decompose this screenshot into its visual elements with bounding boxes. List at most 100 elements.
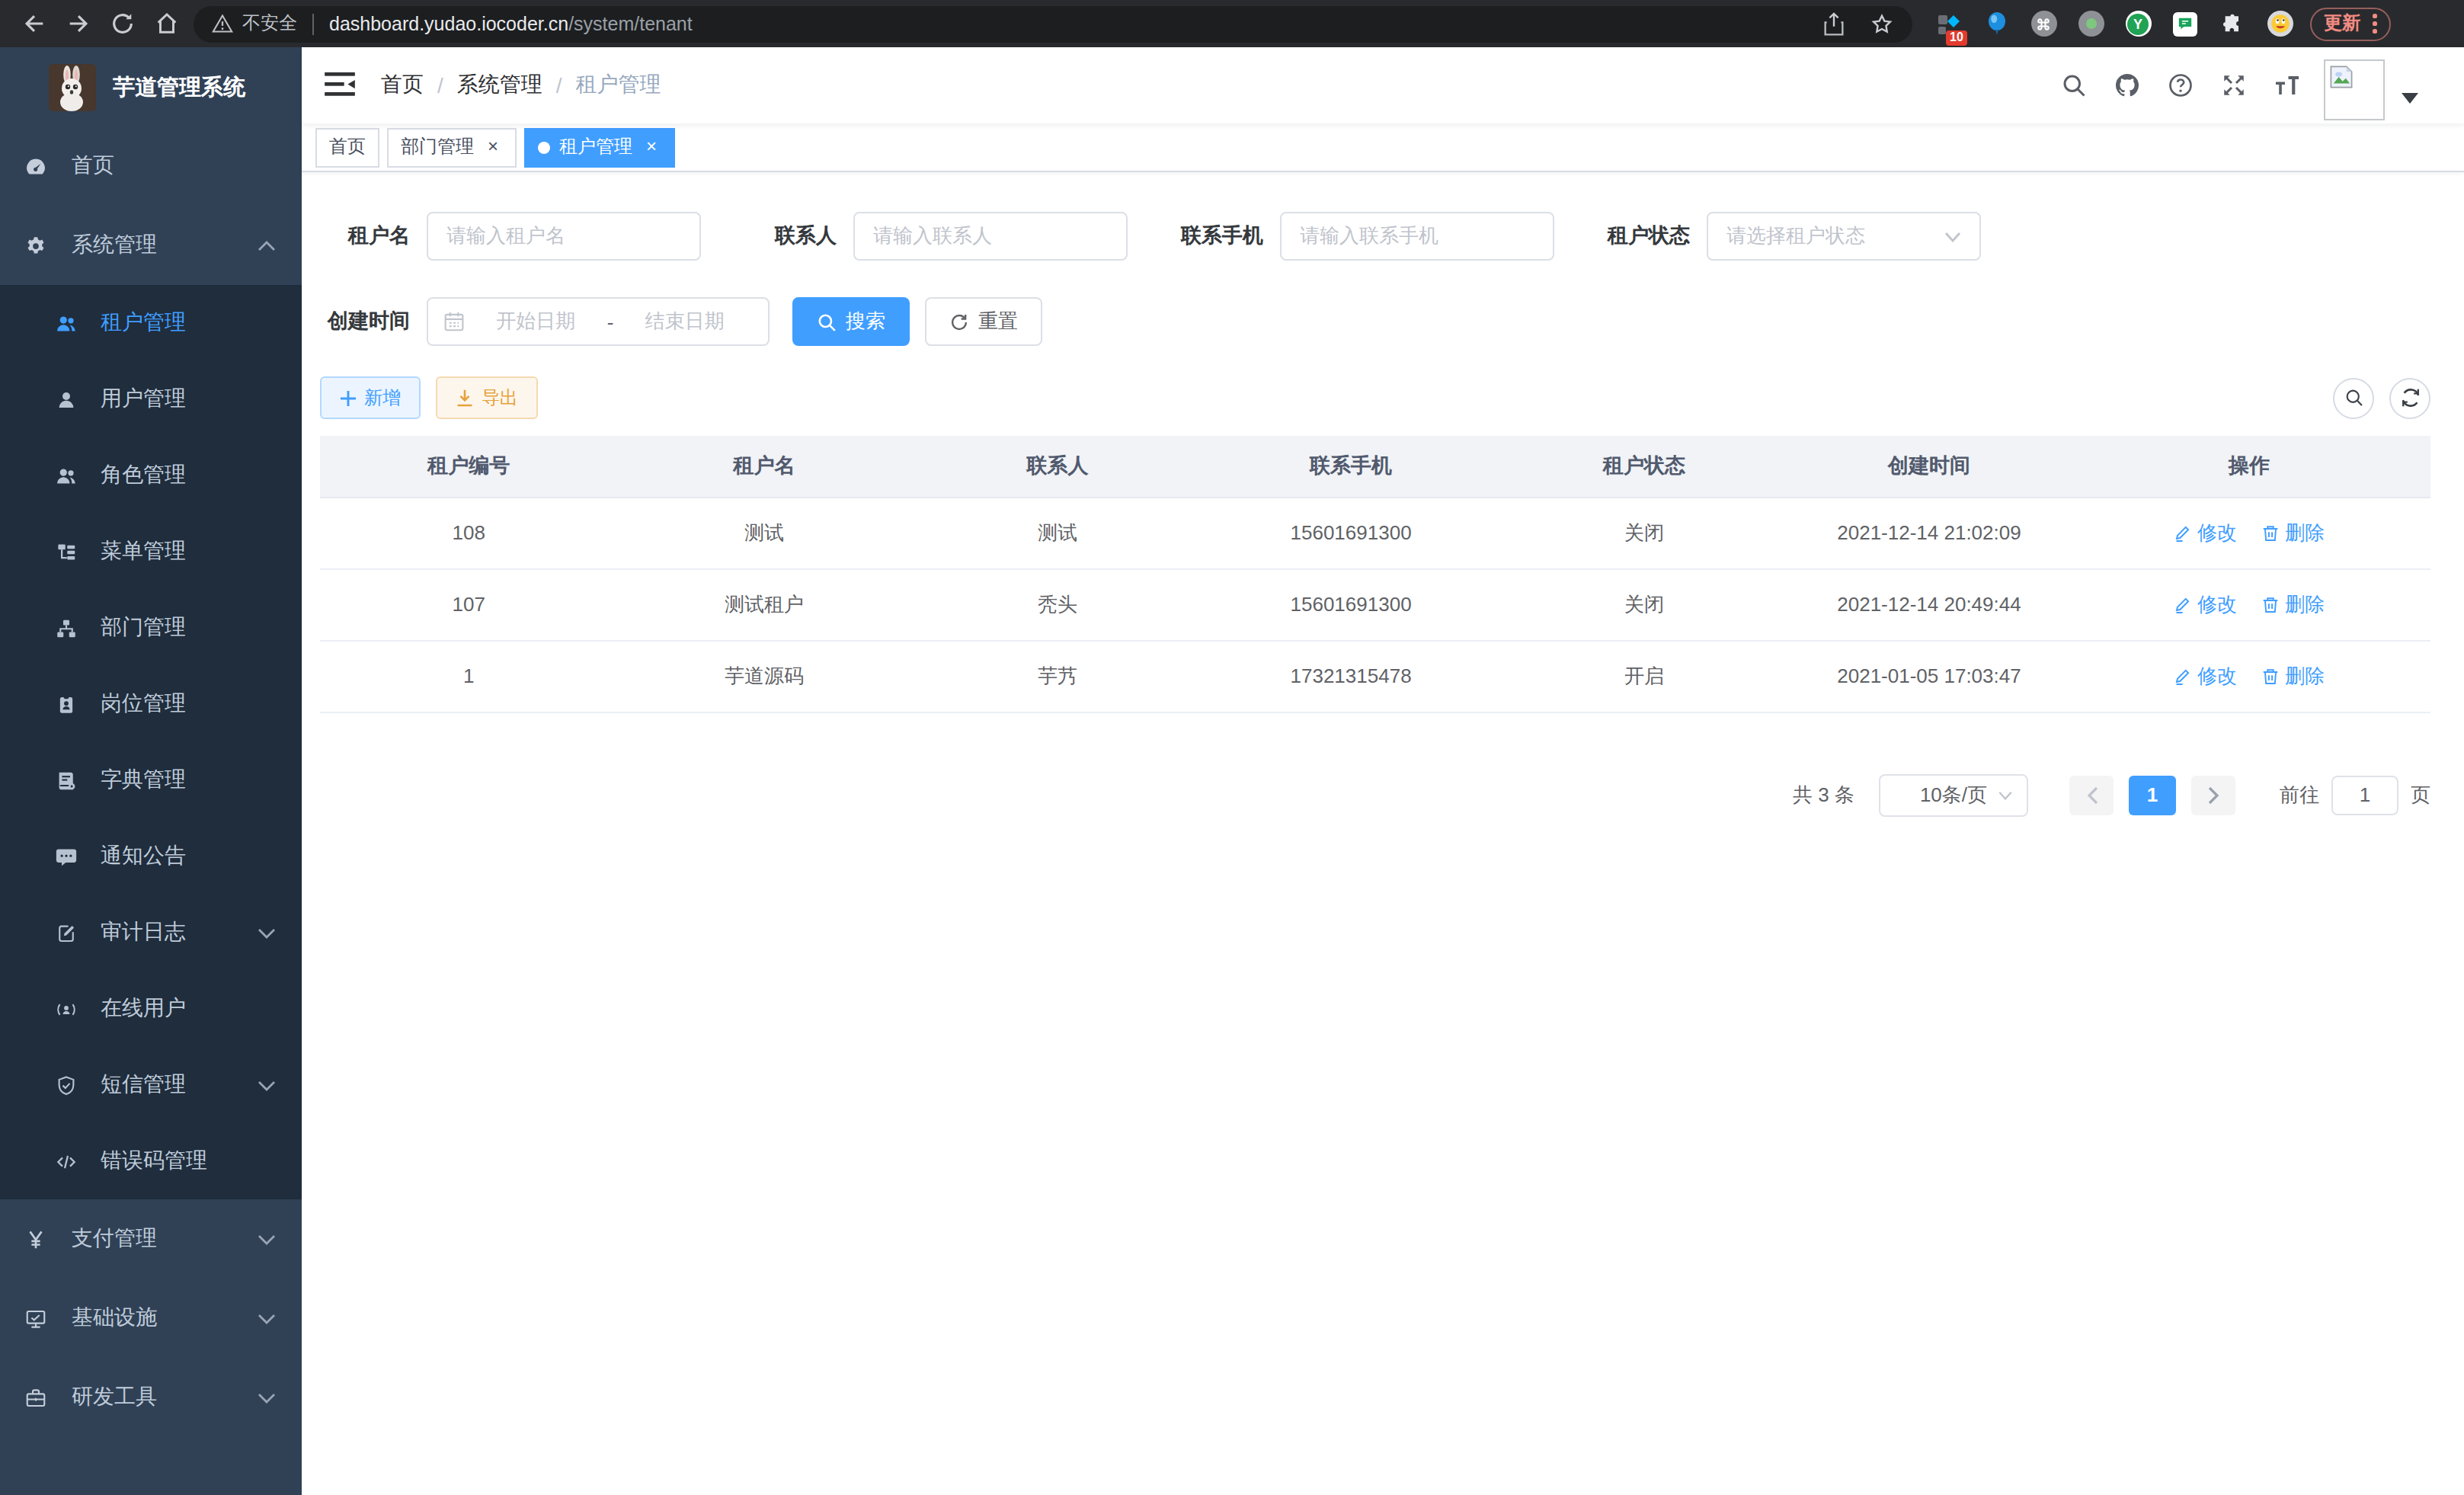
prev-page-button[interactable] [2069,775,2114,815]
org-chart-icon [55,616,78,639]
contact-input[interactable]: 请输入联系人 [853,212,1128,261]
sidebar: 芋道管理系统 首页 系统管理 租户管理 [0,47,302,1495]
extension-balloon-icon[interactable] [1982,10,2010,37]
payment-yen-icon [24,1228,47,1250]
sidebar-item-audit-log[interactable]: 审计日志 [0,895,302,971]
sidebar-item-devtools[interactable]: 研发工具 [0,1358,302,1437]
add-button[interactable]: 新增 [320,376,421,419]
sidebar-item-post[interactable]: 岗位管理 [0,666,302,742]
reset-button[interactable]: 重置 [925,297,1042,346]
error-code-icon [55,1150,78,1173]
sidebar-item-sms[interactable]: 短信管理 [0,1047,302,1123]
delete-link[interactable]: 删除 [2261,662,2325,690]
font-size-icon[interactable] [2274,72,2301,99]
table-row: 1 芋道源码 芋艿 17321315478 开启 2021-01-05 17:0… [320,640,2430,712]
tab-close-icon[interactable]: × [483,137,503,157]
search-icon[interactable] [2060,72,2088,99]
tenant-table: 租户编号 租户名 联系人 联系手机 租户状态 创建时间 操作 108 测试 [320,436,2430,712]
sidebar-item-payment[interactable]: 支付管理 [0,1199,302,1279]
delete-icon [2261,523,2279,542]
sidebar-item-tenant[interactable]: 租户管理 [0,285,302,361]
tenant-name-input[interactable]: 请输入租户名 [427,212,701,261]
extension-tampermonkey-icon[interactable]: 10 [1935,10,1963,37]
browser-reload-button[interactable] [101,2,145,46]
omnibox-divider [312,13,314,34]
help-icon[interactable] [2167,72,2194,99]
extension-command-icon[interactable] [2030,10,2057,37]
next-page-button[interactable] [2191,775,2235,815]
chevron-down-icon [258,1392,276,1403]
sidebar-item-role[interactable]: 角色管理 [0,437,302,514]
avatar[interactable] [2324,59,2385,120]
dictionary-icon [55,769,78,792]
goto-page-input[interactable]: 1 [2331,775,2398,815]
end-date-input[interactable]: 结束日期 [616,308,753,335]
browser-menu-icon[interactable] [2373,14,2376,33]
browser-home-button[interactable] [145,2,189,46]
sidebar-item-user[interactable]: 用户管理 [0,361,302,437]
extension-puzzle-icon[interactable] [2219,10,2246,37]
delete-link[interactable]: 删除 [2261,591,2325,618]
edit-link[interactable]: 修改 [2173,662,2237,690]
extension-chat-icon[interactable] [2171,10,2199,37]
tab-dept[interactable]: 部门管理× [387,127,517,167]
active-tab-dot [538,141,550,153]
export-button[interactable]: 导出 [436,376,538,419]
tenant-name-label: 租户名 [320,222,427,250]
extension-green-dot-icon[interactable] [2077,10,2104,37]
gear-icon [24,234,47,257]
sidebar-item-online-user[interactable]: 在线用户 [0,971,302,1047]
delete-link[interactable]: 删除 [2261,519,2325,546]
edit-link[interactable]: 修改 [2173,591,2237,618]
github-icon[interactable] [2114,72,2141,99]
sidebar-item-home[interactable]: 首页 [0,126,302,206]
navbar-actions [2034,47,2464,120]
search-button[interactable]: 搜索 [792,297,910,346]
phone-input[interactable]: 请输入联系手机 [1280,212,1554,261]
sidebar-item-menu[interactable]: 菜单管理 [0,514,302,590]
sidebar-item-error-code[interactable]: 错误码管理 [0,1123,302,1199]
start-date-input[interactable]: 开始日期 [468,308,604,335]
sidebar-item-dept[interactable]: 部门管理 [0,590,302,666]
fullscreen-icon[interactable] [2220,72,2248,99]
show-search-button[interactable] [2333,377,2374,418]
sidebar-item-notice[interactable]: 通知公告 [0,818,302,895]
menu-tree-icon [55,540,78,563]
badge-icon [55,693,78,715]
current-page[interactable]: 1 [2129,775,2176,815]
col-contact: 联系人 [911,436,1205,497]
tab-tenant[interactable]: 租户管理× [524,127,675,167]
extension-emoji-icon[interactable] [2266,10,2293,37]
total-count: 共 3 条 [1793,781,1854,808]
phone-label: 联系手机 [1173,222,1280,250]
sidebar-logo[interactable]: 芋道管理系统 [0,47,302,126]
table-row: 107 测试租户 秃头 15601691300 关闭 2021-12-14 20… [320,568,2430,640]
delete-icon [2261,595,2279,613]
col-tenant-name: 租户名 [618,436,911,497]
sidebar-item-dict[interactable]: 字典管理 [0,742,302,818]
browser-back-button[interactable] [12,2,56,46]
browser-forward-button[interactable] [56,2,101,46]
tab-close-icon[interactable]: × [642,137,661,157]
edit-link[interactable]: 修改 [2173,519,2237,546]
address-bar[interactable]: 不安全 dashboard.yudao.iocoder.cn/system/te… [194,5,1912,42]
infrastructure-icon [24,1307,47,1330]
breadcrumb-home[interactable]: 首页 [381,72,424,99]
share-icon[interactable] [1822,11,1845,36]
bookmark-star-icon[interactable] [1870,11,1894,36]
sms-shield-icon [55,1074,78,1096]
breadcrumb-system[interactable]: 系统管理 [457,72,542,99]
caret-down-icon[interactable] [2402,93,2418,104]
status-select[interactable]: 请选择租户状态 [1707,212,1981,261]
sidebar-item-infra[interactable]: 基础设施 [0,1279,302,1358]
refresh-button[interactable] [2389,377,2430,418]
extension-yudao-icon[interactable]: Y [2124,10,2152,37]
tab-home[interactable]: 首页 [315,127,379,167]
sidebar-collapse-icon[interactable] [325,72,355,98]
user-icon [55,388,78,411]
sidebar-submenu-system: 租户管理 用户管理 角色管理 菜单管理 [0,285,302,1199]
sidebar-item-system[interactable]: 系统管理 [0,206,302,285]
browser-update-button[interactable]: 更新 [2310,7,2390,40]
page-size-select[interactable]: 10条/页 [1879,773,2028,816]
date-range-picker[interactable]: 开始日期 - 结束日期 [427,297,770,346]
